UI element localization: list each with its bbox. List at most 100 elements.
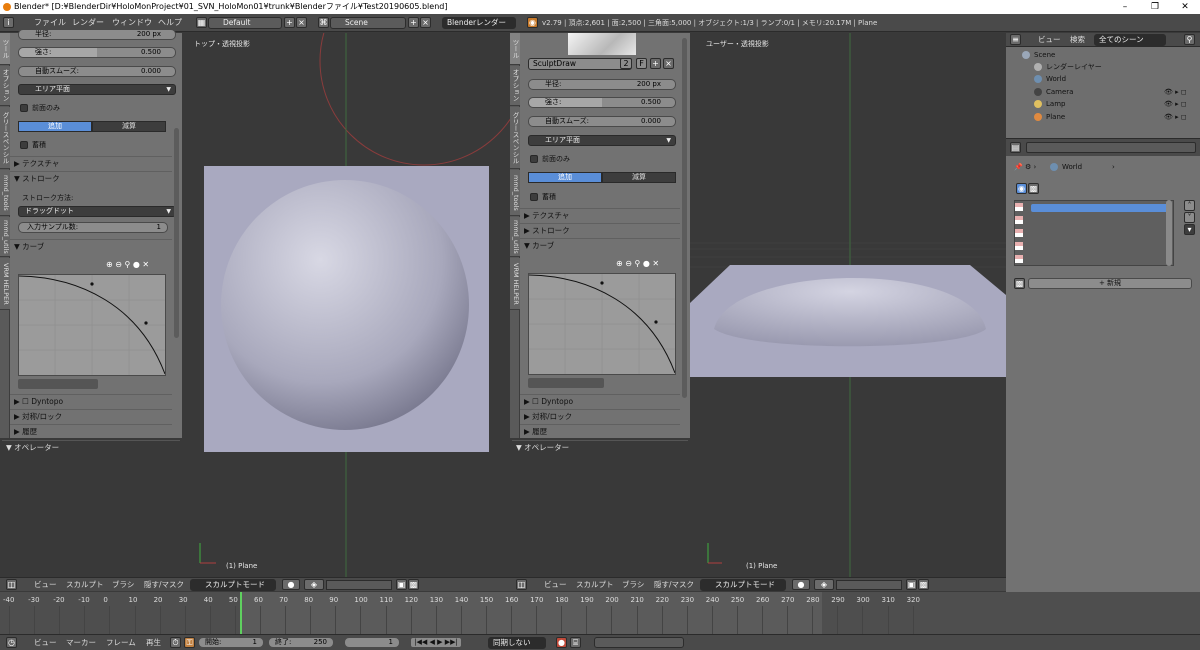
editor-type-icon[interactable]: i (3, 17, 14, 28)
vp1-menu-brush[interactable]: ブラシ (112, 580, 134, 590)
add-toggle[interactable]: 追加 (18, 121, 92, 132)
start-frame-field[interactable]: 開始: 1 (198, 637, 264, 648)
preview-range-icon[interactable]: ⏱ (170, 637, 181, 648)
brush-remove-button[interactable]: × (663, 58, 674, 69)
scene-remove-button[interactable]: × (420, 17, 431, 28)
playback-controls[interactable]: |◀◀ ◀ ▶ ▶▶| (410, 637, 462, 648)
curve-preset-buttons[interactable] (18, 379, 98, 389)
close-button[interactable]: ✕ (1170, 0, 1200, 14)
left-panel-scrollbar[interactable] (174, 128, 179, 338)
timeline-menu-view[interactable]: ビュー (34, 638, 57, 648)
layout-remove-button[interactable]: × (296, 17, 307, 28)
world-slot-icon[interactable]: ◉ (1016, 183, 1027, 194)
section-operator[interactable]: ▼ オペレーター (2, 440, 180, 453)
screen-layout-icon[interactable]: ▦ (196, 17, 207, 28)
mid-accumulate-checkbox[interactable] (530, 193, 538, 201)
section-texture[interactable]: ▶ テクスチャ (10, 156, 172, 169)
brush-users-count[interactable]: 2 (620, 58, 632, 69)
subtract-toggle[interactable]: 減算 (92, 121, 166, 132)
texture-list-scrollbar[interactable] (1166, 200, 1172, 266)
outliner-scope-dropdown[interactable]: 全てのシーン (1094, 34, 1166, 46)
slot-move-down-button[interactable]: ˅ (1184, 212, 1195, 223)
vp2-pivot-button[interactable]: ◈ (814, 579, 834, 590)
keying-set-icon[interactable]: ⌸ (570, 637, 581, 648)
vp2-menu-hide-mask[interactable]: 隠す/マスク (654, 580, 694, 590)
vp1-menu-hide-mask[interactable]: 隠す/マスク (144, 580, 184, 590)
outliner-item-camera[interactable]: Camera 👁 ▸ ◻ (1026, 86, 1198, 98)
vp2-render-icon[interactable]: ▣ (906, 579, 917, 590)
outliner-menu-search[interactable]: 検索 (1070, 35, 1085, 45)
menu-file[interactable]: ファイル (34, 17, 66, 29)
tab-mmd-utils[interactable]: mmd_utils (0, 217, 10, 257)
vp1-snapshot-icon[interactable]: ▩ (408, 579, 419, 590)
properties-pin-icon[interactable]: 📌 ⚙ › (1014, 162, 1036, 172)
brush-fake-user-button[interactable]: F (636, 58, 647, 69)
brush-preview[interactable] (568, 33, 636, 55)
vp1-mode-dropdown[interactable]: スカルプトモード (190, 579, 276, 591)
vp2-shading-button[interactable]: ● (792, 579, 810, 590)
strength-slider[interactable]: 強さ: 0.500 (18, 47, 176, 58)
mid-tab-mmd-tools[interactable]: mmd_tools (510, 170, 520, 216)
end-frame-field[interactable]: 終了: 250 (268, 637, 334, 648)
tab-tools[interactable]: ツール (0, 33, 10, 65)
input-samples-field[interactable]: 入力サンプル数: 1 (18, 222, 168, 233)
vp2-layer-buttons[interactable] (836, 580, 902, 590)
vp1-pivot-button[interactable]: ◈ (304, 579, 324, 590)
scene-field[interactable]: Scene (330, 17, 406, 29)
slot-specials-button[interactable]: ▾ (1184, 224, 1195, 235)
timeline-editor-icon[interactable]: ◷ (6, 637, 17, 648)
keying-set-field[interactable] (594, 637, 684, 648)
outliner-item-plane[interactable]: Plane 👁 ▸ ◻ (1026, 111, 1198, 123)
curve-tool-icons[interactable]: ⊕ ⊖ ⚲ ● ✕ (106, 260, 149, 270)
mid-section-stroke[interactable]: ▶ ストローク (520, 223, 680, 236)
vp2-snapshot-icon[interactable]: ▩ (918, 579, 929, 590)
outliner-item-scene[interactable]: Scene (1012, 49, 1198, 61)
tab-grease-pencil[interactable]: グリースペンシル (0, 107, 10, 169)
editor-type-3d-icon[interactable]: ◫ (6, 579, 17, 590)
mid-autosmooth-field[interactable]: 自動スムーズ: 0.000 (528, 116, 676, 127)
tab-vrm-helper[interactable]: VRM HELPER (0, 258, 10, 310)
timeline-menu-playback[interactable]: 再生 (146, 638, 161, 648)
mid-curve-preset-buttons[interactable] (528, 378, 604, 388)
layout-add-button[interactable]: + (284, 17, 295, 28)
tab-options[interactable]: オプション (0, 66, 10, 106)
mid-section-curve[interactable]: ▼ カーブ (520, 238, 680, 251)
vp1-menu-view[interactable]: ビュー (34, 580, 57, 590)
mid-section-operator[interactable]: ▼ オペレーター (512, 440, 688, 453)
mid-section-symmetry[interactable]: ▶ 対称/ロック (520, 409, 680, 422)
mid-radius-field[interactable]: 半径: 200 px (528, 79, 676, 90)
record-button[interactable]: ● (556, 637, 567, 648)
mid-section-dyntopo[interactable]: ▶ ☐ Dyntopo (520, 394, 680, 407)
scene-add-button[interactable]: + (408, 17, 419, 28)
mid-add-toggle[interactable]: 追加 (528, 172, 602, 183)
autosmooth-field[interactable]: 自動スムーズ: 0.000 (18, 66, 176, 77)
vp1-layer-buttons[interactable] (326, 580, 392, 590)
mid-tab-vrm-helper[interactable]: VRM HELPER (510, 258, 520, 310)
render-engine-dropdown[interactable]: Blenderレンダー (442, 17, 516, 29)
front-only-checkbox[interactable] (20, 104, 28, 112)
timeline-menu-marker[interactable]: マーカー (66, 638, 96, 648)
mid-panel-scrollbar[interactable] (682, 38, 687, 398)
menu-render[interactable]: レンダー (72, 17, 104, 29)
vp2-menu-brush[interactable]: ブラシ (622, 580, 644, 590)
brush-add-button[interactable]: + (650, 58, 661, 69)
section-dyntopo[interactable]: ▶ ☐ Dyntopo (10, 394, 172, 407)
menu-help[interactable]: ヘルプ (158, 17, 182, 29)
texture-slot-selected[interactable] (1031, 204, 1171, 212)
menu-window[interactable]: ウィンドウ (112, 17, 152, 29)
accumulate-checkbox[interactable] (20, 141, 28, 149)
timeline-menu-frame[interactable]: フレーム (106, 638, 136, 648)
tab-mmd-tools[interactable]: mmd_tools (0, 170, 10, 216)
viewport-top[interactable]: トップ・透視投影 (1) Plane (182, 33, 510, 577)
slot-move-up-button[interactable]: ˄ (1184, 200, 1195, 211)
vp1-shading-button[interactable]: ● (282, 579, 300, 590)
mid-tab-options[interactable]: オプション (510, 66, 520, 106)
outliner-item-lamp[interactable]: Lamp 👁 ▸ ◻ (1026, 98, 1198, 110)
outliner-item-world[interactable]: World (1026, 73, 1198, 85)
layout-field[interactable]: Default (208, 17, 282, 29)
current-frame-field[interactable]: 1 (344, 637, 400, 648)
mid-tab-tools[interactable]: ツール (510, 33, 520, 65)
falloff-curve-widget[interactable] (18, 274, 166, 376)
mid-section-history[interactable]: ▶ 履歴 (520, 424, 680, 437)
mid-falloff-dropdown[interactable]: エリア平面 ▼ (528, 135, 676, 146)
